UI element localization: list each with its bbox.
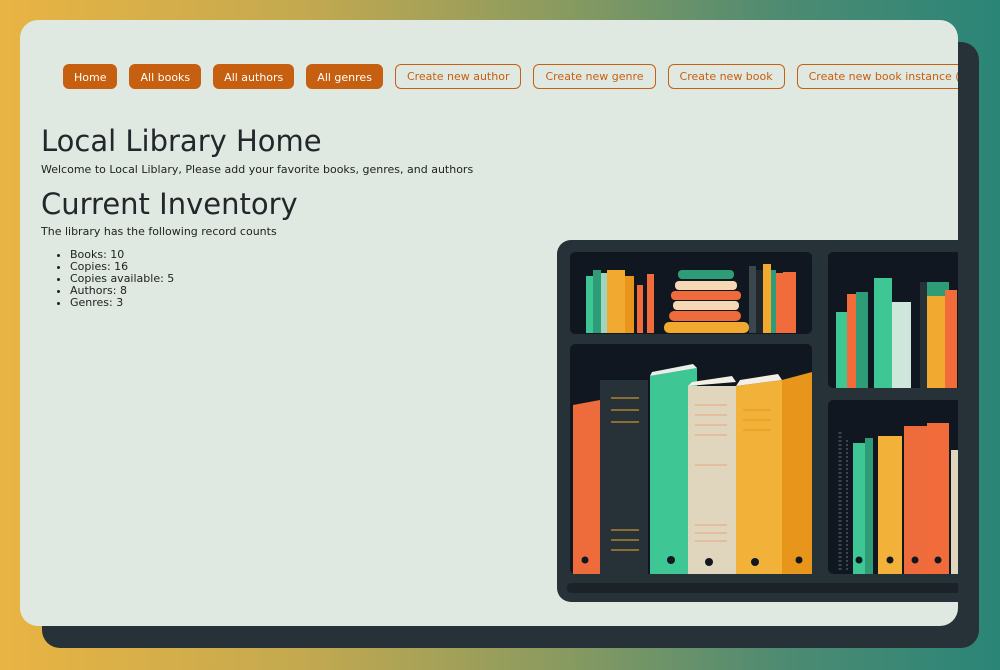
count-authors: Authors: 8 xyxy=(70,285,473,297)
record-counts-list: Books: 10 Copies: 16 Copies available: 5… xyxy=(41,249,473,309)
count-books: Books: 10 xyxy=(70,249,473,261)
create-genre-button[interactable]: Create new genre xyxy=(533,64,656,89)
nav-all-genres-button[interactable]: All genres xyxy=(306,64,383,89)
inventory-title: Current Inventory xyxy=(41,187,298,221)
count-genres: Genres: 3 xyxy=(70,297,473,309)
nav-all-books-button[interactable]: All books xyxy=(129,64,202,89)
nav-all-authors-button[interactable]: All authors xyxy=(213,64,295,89)
top-nav: Home All books All authors All genres Cr… xyxy=(63,64,958,89)
welcome-text: Welcome to Local Liblary, Please add you… xyxy=(41,163,474,176)
inventory-intro: The library has the following record cou… xyxy=(41,225,277,238)
main-content: Local Library Home Welcome to Local Libl… xyxy=(41,124,473,309)
create-book-instance-button[interactable]: Create new book instance (copy) xyxy=(796,64,958,89)
create-book-button[interactable]: Create new book xyxy=(667,64,785,89)
main-card: Home All books All authors All genres Cr… xyxy=(20,20,958,626)
nav-home-button[interactable]: Home xyxy=(63,64,118,89)
create-author-button[interactable]: Create new author xyxy=(394,64,522,89)
page-title: Local Library Home xyxy=(41,124,322,158)
count-copies-available: Copies available: 5 xyxy=(70,273,473,285)
bookshelf-illustration xyxy=(557,240,958,602)
